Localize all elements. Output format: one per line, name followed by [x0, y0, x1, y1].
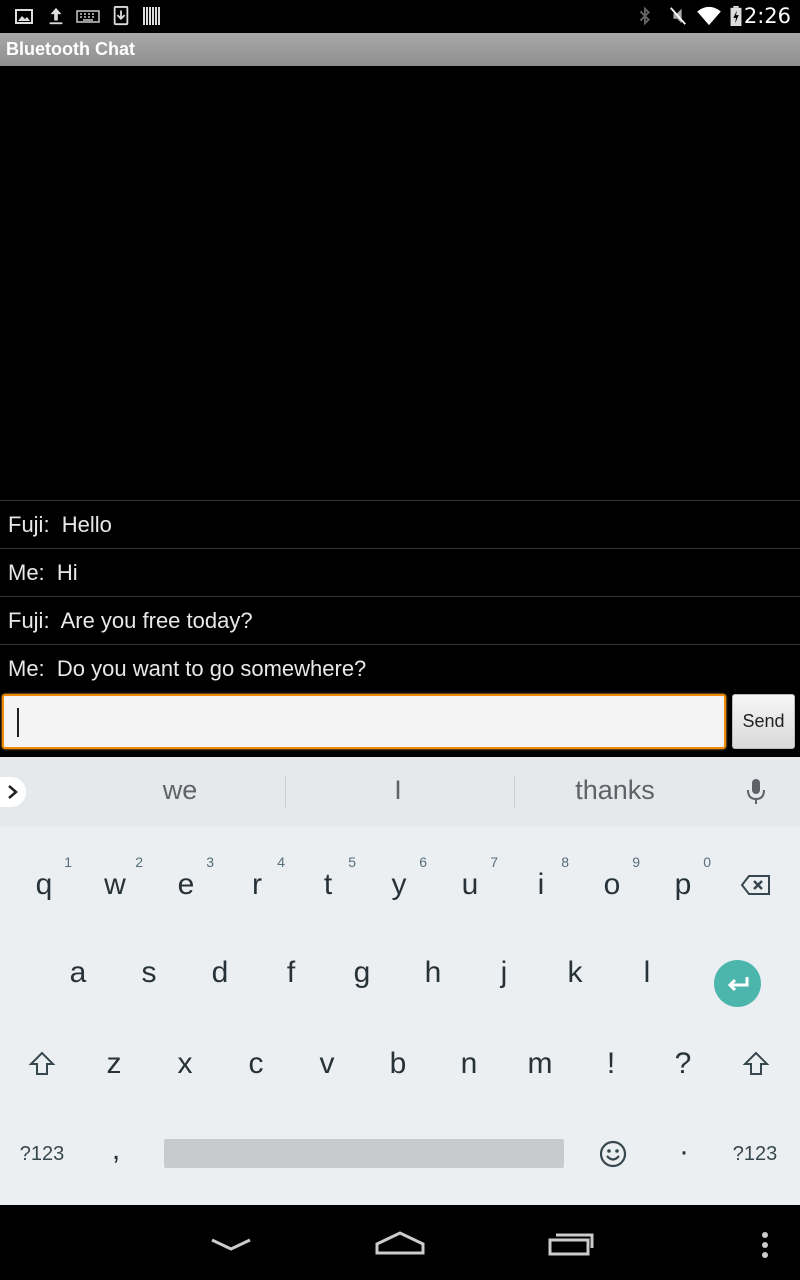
message-input[interactable] — [2, 694, 726, 749]
symbols-key-right[interactable]: ?123 — [725, 1119, 785, 1189]
home-icon[interactable] — [374, 1229, 426, 1257]
key-label: e — [177, 868, 195, 901]
title-bar: Bluetooth Chat — [0, 33, 800, 66]
key-label: p — [674, 868, 692, 901]
compose-bar: Send — [0, 693, 800, 755]
key-z[interactable]: z — [84, 1029, 144, 1099]
shift-icon — [28, 1051, 56, 1075]
key-c[interactable]: c — [226, 1029, 286, 1099]
key-exclamation[interactable]: ! — [581, 1029, 641, 1099]
app-title: Bluetooth Chat — [6, 39, 135, 59]
key-e[interactable]: e3 — [156, 850, 216, 920]
list-item: Fuji: Hello — [0, 500, 800, 548]
key-x[interactable]: x — [155, 1029, 215, 1099]
enter-arrow-icon — [727, 976, 748, 991]
key-hint: 4 — [277, 854, 285, 870]
upload-icon — [49, 7, 63, 25]
key-j[interactable]: j — [474, 938, 534, 1008]
key-hint: 2 — [135, 854, 143, 870]
key-hint: 1 — [64, 854, 72, 870]
key-hint: 0 — [703, 854, 711, 870]
wifi-icon — [697, 6, 721, 26]
battery-icon — [730, 6, 742, 26]
key-label: w — [104, 868, 126, 901]
key-m[interactable]: m — [510, 1029, 570, 1099]
space-key[interactable] — [164, 1139, 564, 1168]
key-hint: 5 — [348, 854, 356, 870]
symbols-key-left[interactable]: ?123 — [12, 1119, 72, 1189]
bluetooth-icon — [639, 6, 650, 26]
key-n[interactable]: n — [439, 1029, 499, 1099]
key-g[interactable]: g — [332, 938, 392, 1008]
clock: 2:26 — [743, 4, 791, 28]
key-w[interactable]: w2 — [85, 850, 145, 920]
key-label: y — [391, 868, 407, 901]
key-hint: 6 — [419, 854, 427, 870]
key-u[interactable]: u7 — [440, 850, 500, 920]
recent-apps-icon[interactable] — [546, 1231, 596, 1257]
key-label: r — [252, 868, 262, 901]
shift-key-right[interactable] — [726, 1029, 786, 1099]
soft-keyboard: we I thanks q1 w2 e3 r4 t5 y6 u7 i8 o9 p… — [0, 757, 800, 1205]
key-question[interactable]: ? — [653, 1029, 713, 1099]
suggestion-thanks[interactable]: thanks — [515, 775, 715, 811]
key-d[interactable]: d — [190, 938, 250, 1008]
key-label: u — [461, 868, 479, 901]
key-q[interactable]: q1 — [14, 850, 74, 920]
keyboard-icon — [76, 10, 100, 23]
shift-key-left[interactable] — [12, 1029, 72, 1099]
key-t[interactable]: t5 — [298, 850, 358, 920]
microphone-icon[interactable] — [744, 777, 768, 807]
gallery-icon — [15, 9, 33, 24]
key-hint: 9 — [632, 854, 640, 870]
key-h[interactable]: h — [403, 938, 463, 1008]
navigation-bar — [0, 1205, 800, 1280]
key-a[interactable]: a — [48, 938, 108, 1008]
key-hint: 7 — [490, 854, 498, 870]
list-item: Fuji: Are you free today? — [0, 596, 800, 644]
key-i[interactable]: i8 — [511, 850, 571, 920]
key-s[interactable]: s — [119, 938, 179, 1008]
backspace-icon — [740, 875, 770, 895]
key-period[interactable]: · — [654, 1117, 714, 1187]
shift-icon — [742, 1051, 770, 1075]
barcode-icon — [143, 7, 160, 25]
text-cursor — [17, 708, 19, 737]
list-item: Me: Hi — [0, 548, 800, 596]
key-label: t — [323, 868, 333, 901]
key-l[interactable]: l — [617, 938, 677, 1008]
suggestion-strip: we I thanks — [0, 757, 800, 827]
overflow-menu-icon[interactable] — [759, 1231, 771, 1261]
backspace-key[interactable] — [726, 850, 786, 920]
suggestion-we[interactable]: we — [80, 775, 280, 811]
key-v[interactable]: v — [297, 1029, 357, 1099]
chevron-right-icon — [8, 785, 18, 799]
key-label: o — [603, 868, 621, 901]
suggestion-expand-button[interactable] — [0, 777, 26, 807]
mute-icon — [670, 7, 686, 25]
key-o[interactable]: o9 — [582, 850, 642, 920]
status-bar: 2:26 — [0, 0, 800, 33]
smiley-icon — [599, 1140, 627, 1168]
key-f[interactable]: f — [261, 938, 321, 1008]
key-b[interactable]: b — [368, 1029, 428, 1099]
key-k[interactable]: k — [545, 938, 605, 1008]
key-label: q — [35, 868, 53, 901]
key-label: i — [537, 868, 545, 901]
key-hint: 8 — [561, 854, 569, 870]
enter-key[interactable] — [714, 960, 761, 1007]
suggestion-i[interactable]: I — [298, 775, 498, 811]
list-item: Me: Do you want to go somewhere? — [0, 644, 800, 692]
conversation-list[interactable]: Fuji: Hello Me: Hi Fuji: Are you free to… — [0, 500, 800, 692]
key-comma[interactable]: , — [86, 1115, 146, 1185]
key-y[interactable]: y6 — [369, 850, 429, 920]
key-p[interactable]: p0 — [653, 850, 713, 920]
key-hint: 3 — [206, 854, 214, 870]
emoji-key[interactable] — [583, 1119, 643, 1189]
back-icon[interactable] — [208, 1235, 254, 1255]
download-icon — [113, 6, 129, 26]
key-r[interactable]: r4 — [227, 850, 287, 920]
divider — [285, 776, 286, 808]
send-button[interactable]: Send — [732, 694, 795, 749]
